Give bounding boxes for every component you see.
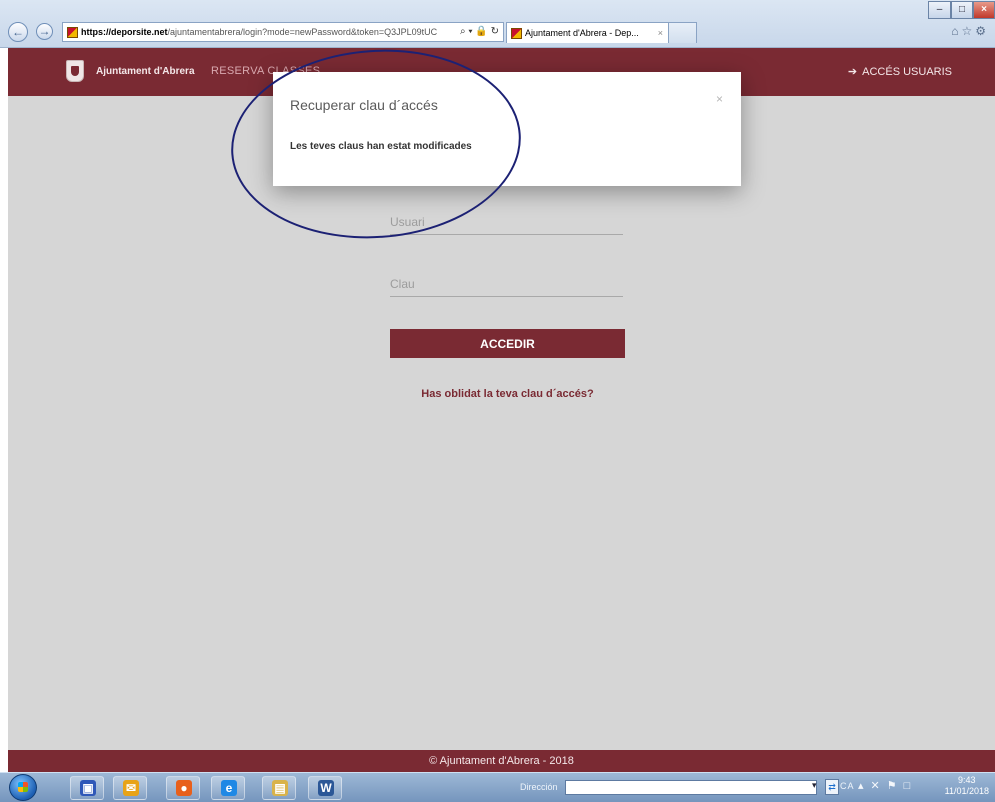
modal-close-icon[interactable]: × bbox=[716, 92, 723, 106]
coat-of-arms-icon[interactable] bbox=[66, 60, 84, 82]
clock-time: 9:43 bbox=[958, 775, 976, 785]
clock-date: 11/01/2018 bbox=[944, 786, 989, 796]
word-app-button[interactable]: W bbox=[308, 776, 342, 800]
tab-close-icon[interactable]: × bbox=[658, 23, 663, 43]
taskbar-address-dropdown-icon[interactable]: ▾ bbox=[812, 780, 817, 791]
forward-button[interactable]: → bbox=[36, 23, 53, 40]
tab-favicon-icon bbox=[511, 28, 522, 40]
url-host: https://deporsite.net bbox=[81, 27, 168, 37]
address-tools-icons[interactable]: ⌕ ▾ 🔒 ↻ bbox=[460, 23, 499, 41]
window-close-button[interactable]: × bbox=[973, 1, 995, 19]
address-bar[interactable]: https://deporsite.net/ajuntamentabrera/l… bbox=[62, 22, 504, 42]
back-button[interactable]: ← bbox=[8, 22, 28, 42]
browser-chrome: ← → https://deporsite.net/ajuntamentabre… bbox=[0, 0, 995, 48]
taskbar-address-label: Dirección bbox=[520, 782, 558, 792]
home-favorites-settings-icons[interactable]: ⌂☆⚙ bbox=[951, 24, 989, 38]
username-input[interactable]: Usuari bbox=[390, 212, 623, 235]
brand-name[interactable]: Ajuntament d'Abrera bbox=[96, 66, 195, 77]
word-app-icon: W bbox=[318, 780, 334, 796]
network-app-button[interactable]: ▣ bbox=[70, 776, 104, 800]
forgot-password-link[interactable]: Has oblidat la teva clau d´accés? bbox=[390, 388, 625, 400]
site-favicon-icon bbox=[67, 27, 78, 39]
explorer-app-button[interactable]: ▤ bbox=[262, 776, 296, 800]
new-tab-button[interactable] bbox=[669, 22, 697, 43]
taskbar-clock[interactable]: 9:43 11/01/2018 bbox=[945, 775, 989, 797]
language-indicator[interactable]: CA bbox=[840, 781, 855, 791]
modal-title: Recuperar clau d´accés bbox=[290, 97, 438, 113]
recover-password-modal: Recuperar clau d´accés × Les teves claus… bbox=[273, 72, 741, 186]
nav-acces-usuaris-label: ACCÉS USUARIS bbox=[862, 66, 952, 78]
modal-message: Les teves claus han estat modificades bbox=[290, 141, 472, 152]
site-footer: © Ajuntament d'Abrera - 2018 bbox=[8, 750, 995, 772]
forward-arrow-icon: → bbox=[38, 24, 51, 38]
browser-tab[interactable]: Ajuntament d'Abrera - Dep... × bbox=[506, 22, 669, 43]
taskbar-go-button[interactable]: ⇄ bbox=[825, 779, 839, 795]
network-app-icon: ▣ bbox=[80, 780, 96, 796]
start-button[interactable] bbox=[9, 774, 37, 801]
system-tray-icons[interactable]: ▴✕⚑□ bbox=[858, 779, 917, 792]
firefox-app-button[interactable]: ● bbox=[166, 776, 200, 800]
outlook-app-button[interactable]: ✉ bbox=[113, 776, 147, 800]
firefox-app-icon: ● bbox=[176, 780, 192, 796]
url-path: /ajuntamentabrera/login?mode=newPassword… bbox=[167, 27, 438, 37]
tab-title: Ajuntament d'Abrera - Dep... bbox=[525, 28, 639, 38]
taskbar: ▣ ✉ ● e ▤ W Dirección ▾ ⇄ CA ▴✕⚑□ 9:43 11/01/… bbox=[0, 772, 995, 802]
accedir-button[interactable]: ACCEDIR bbox=[390, 329, 625, 358]
taskbar-address-input[interactable] bbox=[565, 780, 817, 795]
window-maximize-button[interactable]: □ bbox=[951, 1, 973, 19]
nav-acces-usuaris[interactable]: ➔ ACCÉS USUARIS bbox=[848, 65, 952, 78]
ie-app-icon: e bbox=[221, 780, 237, 796]
explorer-app-icon: ▤ bbox=[272, 780, 288, 796]
back-arrow-icon: ← bbox=[12, 25, 24, 39]
window-minimize-button[interactable]: – bbox=[928, 1, 951, 19]
password-input[interactable]: Clau bbox=[390, 274, 623, 297]
outlook-app-icon: ✉ bbox=[123, 780, 139, 796]
ie-app-button[interactable]: e bbox=[211, 776, 245, 800]
login-icon: ➔ bbox=[847, 66, 858, 78]
